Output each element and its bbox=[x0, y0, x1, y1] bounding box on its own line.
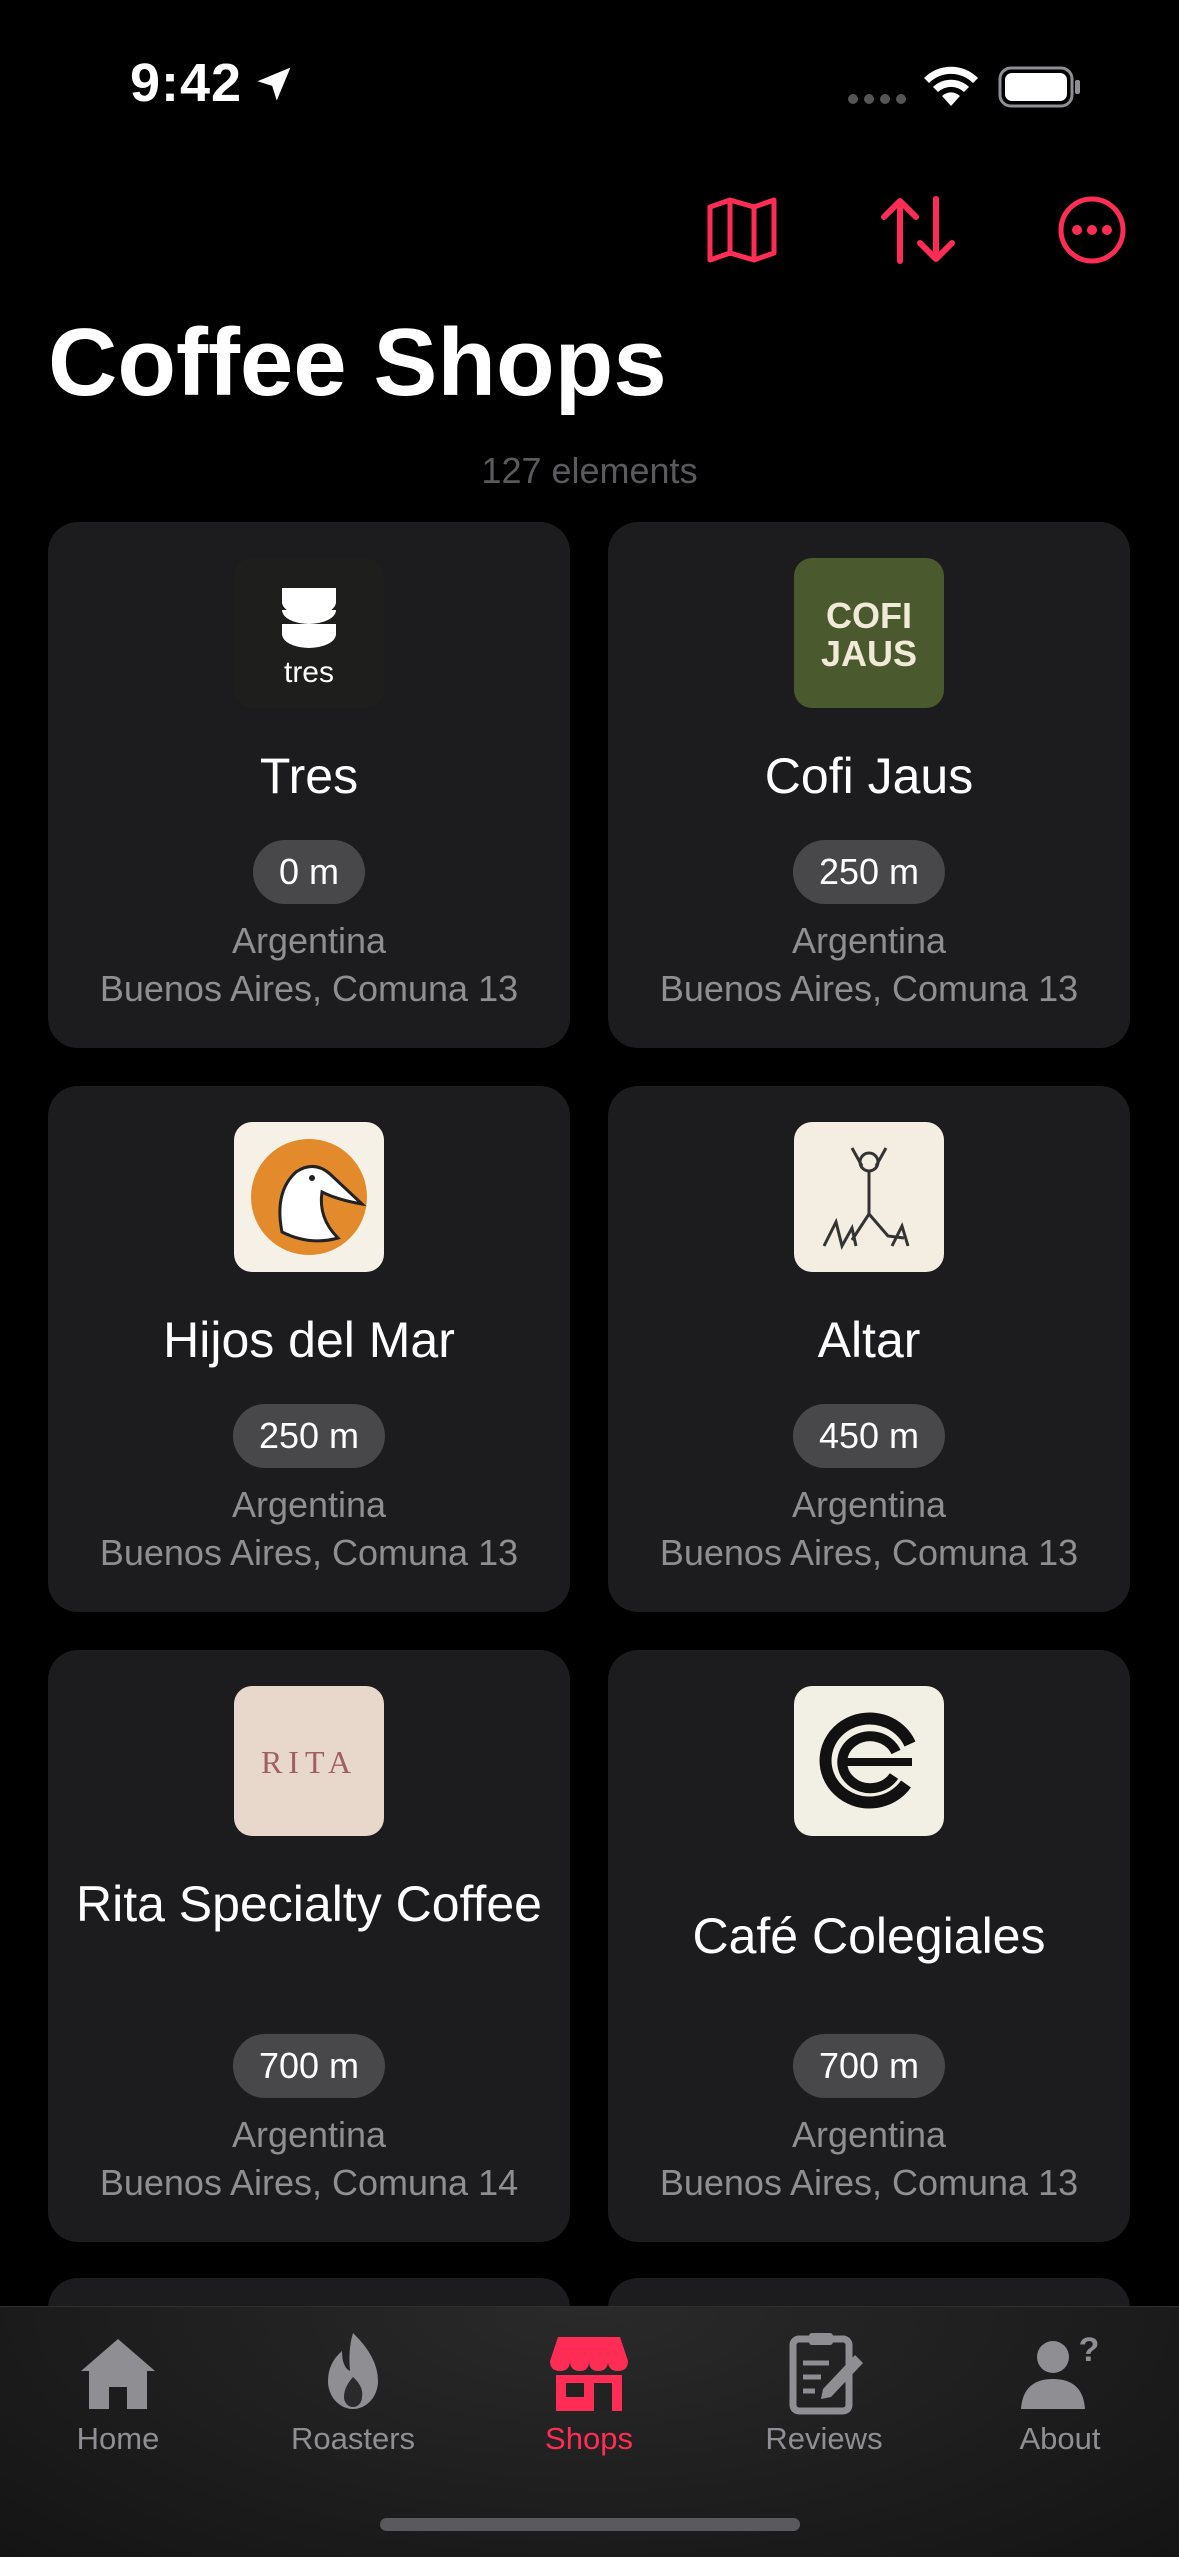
shop-logo-altar bbox=[794, 1122, 944, 1272]
shop-name: Altar bbox=[817, 1312, 921, 1368]
sort-arrows-icon bbox=[881, 196, 955, 264]
ellipsis-circle-icon bbox=[1058, 196, 1126, 264]
shop-card-hijos-del-mar[interactable]: Hijos del Mar 250 m Argentina Buenos Air… bbox=[48, 1086, 570, 1612]
shop-country: Argentina bbox=[231, 2114, 387, 2155]
shop-name: Cofi Jaus bbox=[764, 748, 974, 804]
shop-name: Café Colegiales bbox=[692, 1908, 1046, 1964]
shop-logo-cafe-colegiales bbox=[794, 1686, 944, 1836]
tab-roasters[interactable]: Roasters bbox=[253, 2327, 453, 2497]
tres-logo-icon: tres bbox=[282, 588, 336, 689]
distance-badge: 450 m bbox=[792, 1404, 946, 1468]
shop-logo-cofi-jaus: COFI JAUS bbox=[794, 558, 944, 708]
shop-name: Rita Specialty Coffee bbox=[76, 1876, 542, 1932]
shop-city: Buenos Aires, Comuna 13 bbox=[659, 1532, 1079, 1573]
svg-text:JAUS: JAUS bbox=[821, 633, 917, 674]
tab-home[interactable]: Home bbox=[18, 2327, 218, 2497]
house-icon bbox=[81, 2339, 155, 2409]
wifi-icon bbox=[924, 66, 978, 106]
swirl-logo-icon bbox=[819, 1712, 916, 1809]
figure-illustration-logo-icon bbox=[822, 1147, 910, 1251]
shop-card-altar[interactable]: Altar 450 m Argentina Buenos Aires, Comu… bbox=[608, 1086, 1130, 1612]
tab-label: About bbox=[1019, 2421, 1101, 2456]
distance-badge: 0 m bbox=[252, 840, 366, 904]
distance-badge: 700 m bbox=[792, 2034, 946, 2098]
pelican-logo-icon bbox=[251, 1139, 367, 1255]
sort-button[interactable] bbox=[878, 190, 958, 270]
shop-logo-rita: RITA bbox=[234, 1686, 384, 1836]
flame-icon bbox=[328, 2333, 378, 2409]
rita-logo-text: RITA bbox=[261, 1744, 357, 1780]
cellular-signal-icon bbox=[848, 94, 906, 104]
shop-card-tres[interactable]: tres Tres 0 m Argentina Buenos Aires, Co… bbox=[48, 522, 570, 1048]
shop-city: Buenos Aires, Comuna 13 bbox=[99, 968, 519, 1009]
tab-reviews[interactable]: Reviews bbox=[724, 2327, 924, 2497]
shop-country: Argentina bbox=[231, 1484, 387, 1525]
shop-city: Buenos Aires, Comuna 13 bbox=[99, 1532, 519, 1573]
home-indicator bbox=[380, 2518, 800, 2531]
shop-name: Tres bbox=[259, 748, 359, 804]
page-title: Coffee Shops bbox=[48, 309, 667, 416]
more-options-button[interactable] bbox=[1052, 190, 1132, 270]
tres-logo-text: tres bbox=[284, 656, 334, 689]
storefront-icon bbox=[550, 2337, 628, 2411]
shop-card-cofi-jaus[interactable]: COFI JAUS Cofi Jaus 250 m Argentina Buen… bbox=[608, 522, 1130, 1048]
status-time: 9:42 bbox=[130, 53, 243, 113]
shop-country: Argentina bbox=[231, 920, 387, 961]
shop-country: Argentina bbox=[791, 920, 947, 961]
clipboard-pen-icon bbox=[789, 2333, 863, 2415]
shop-card-cafe-colegiales[interactable]: Café Colegiales 700 m Argentina Buenos A… bbox=[608, 1650, 1130, 2242]
distance-badge: 250 m bbox=[232, 1404, 386, 1468]
shop-city: Buenos Aires, Comuna 14 bbox=[99, 2162, 519, 2203]
tab-shops[interactable]: Shops bbox=[489, 2327, 689, 2497]
shop-country: Argentina bbox=[791, 1484, 947, 1525]
svg-text:?: ? bbox=[1079, 2331, 1100, 2369]
rita-logo-icon: RITA bbox=[261, 1744, 357, 1780]
distance-badge: 250 m bbox=[792, 840, 946, 904]
distance-badge: 700 m bbox=[232, 2034, 386, 2098]
tab-label: Roasters bbox=[290, 2421, 416, 2456]
shop-name: Hijos del Mar bbox=[163, 1312, 455, 1368]
cofi-jaus-logo-icon: COFI JAUS bbox=[821, 595, 917, 674]
location-arrow-icon bbox=[257, 67, 291, 101]
shop-city: Buenos Aires, Comuna 13 bbox=[659, 2162, 1079, 2203]
person-question-icon: ? bbox=[1021, 2331, 1100, 2409]
shop-card-rita[interactable]: RITA Rita Specialty Coffee 700 m Argenti… bbox=[48, 1650, 570, 2242]
tab-label: Reviews bbox=[765, 2421, 883, 2456]
tab-label: Home bbox=[76, 2421, 160, 2456]
svg-text:COFI: COFI bbox=[826, 595, 912, 636]
shop-city: Buenos Aires, Comuna 13 bbox=[659, 968, 1079, 1009]
tab-label: Shops bbox=[545, 2421, 633, 2456]
shop-logo-hijos-del-mar bbox=[234, 1122, 384, 1272]
shop-logo-tres: tres bbox=[234, 558, 384, 708]
element-count: 127 elements bbox=[481, 450, 698, 491]
battery-icon bbox=[998, 66, 1080, 108]
tab-about[interactable]: ? About bbox=[960, 2327, 1160, 2497]
status-bar: 9:42 bbox=[0, 0, 1179, 160]
shop-country: Argentina bbox=[791, 2114, 947, 2155]
map-icon bbox=[707, 197, 777, 263]
map-button[interactable] bbox=[702, 190, 782, 270]
